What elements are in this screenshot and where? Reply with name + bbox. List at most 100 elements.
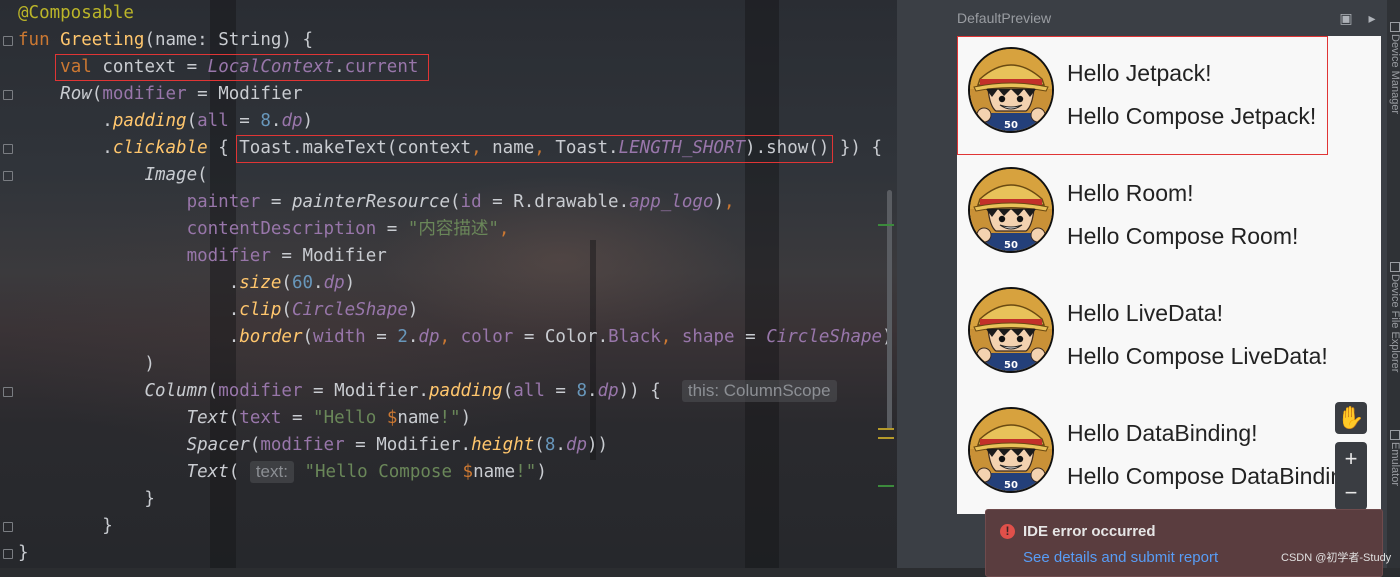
code-token: Black (608, 327, 661, 347)
code-line[interactable]: painter = painterResource(id = R.drawabl… (18, 189, 735, 216)
code-token: text (239, 408, 282, 428)
code-token: painter (186, 192, 261, 212)
code-token: modifier (218, 381, 303, 401)
code-line[interactable]: @Composable (18, 0, 134, 27)
code-token: = Modifier (186, 84, 303, 104)
fold-icon[interactable] (3, 387, 13, 397)
code-token: = (281, 408, 314, 428)
code-token: id (460, 192, 482, 212)
code-line[interactable]: .clickable { Toast.makeText(context, nam… (18, 135, 882, 162)
tab-device-manager[interactable]: Device Manager (1389, 34, 1400, 114)
code-line[interactable]: modifier = Modifier (18, 243, 387, 270)
code-token: ( (249, 435, 261, 455)
code-token: = (376, 219, 408, 239)
deploy-preview-icon[interactable]: ▸ (1364, 10, 1380, 26)
pan-hand-icon[interactable]: ✋ (1335, 402, 1367, 434)
selected-component-outline (957, 36, 1328, 155)
code-token: . (313, 273, 324, 293)
code-line[interactable]: val context = LocalContext.current (18, 54, 418, 81)
code-line[interactable]: contentDescription = "内容描述", (18, 216, 510, 243)
code-line[interactable]: } (18, 513, 113, 540)
ide-error-notification[interactable]: ! IDE error occurred See details and sub… (985, 509, 1383, 577)
code-token: , (534, 138, 545, 158)
code-token: = (734, 327, 767, 347)
code-token: } (18, 516, 113, 536)
code-token: = Color. (513, 327, 609, 347)
code-token: width (313, 327, 366, 347)
fold-icon[interactable] (3, 549, 13, 559)
code-token: ( (534, 435, 545, 455)
preview-title: DefaultPreview (957, 10, 1052, 26)
code-token: ( (197, 165, 208, 185)
code-token: Text (186, 408, 229, 428)
code-line[interactable]: .border(width = 2.dp, color = Color.Blac… (18, 324, 893, 351)
editor-scrollbar-thumb[interactable] (887, 190, 892, 430)
code-token: ).show() }) { (745, 138, 883, 158)
code-line[interactable]: .clip(CircleShape) (18, 297, 419, 324)
code-token: 60 (291, 273, 314, 293)
code-token: = (260, 192, 292, 212)
code-token: 8 (576, 381, 588, 401)
greeting-card[interactable]: 50 Hello DataBinding! Hello Compose Data… (957, 396, 1381, 514)
code-token: "Hello (313, 408, 387, 428)
inlay-hint: this: ColumnScope (681, 380, 837, 402)
fold-icon[interactable] (3, 90, 13, 100)
greeting-text: Hello LiveData! (1067, 300, 1223, 326)
code-editor[interactable]: @Composable fun Greeting(name: String) { … (0, 0, 897, 568)
zoom-out-button[interactable]: − (1335, 476, 1367, 510)
greeting-card[interactable]: 50 Hello LiveData! Hello Compose LiveDat… (957, 276, 1381, 396)
device-file-explorer-icon (1390, 262, 1400, 272)
watermark: CSDN @初学者-Study (1281, 552, 1392, 564)
code-line[interactable]: .size(60.dp) (18, 270, 356, 297)
code-token: ) (460, 408, 472, 428)
greeting-card[interactable]: 50 Hello Room! Hello Compose Room! (957, 156, 1381, 276)
zoom-in-button[interactable]: + (1335, 442, 1367, 476)
code-token: ) (536, 462, 547, 482)
code-token: , (660, 327, 672, 347)
inlay-hint: text: (249, 461, 294, 483)
code-token: height (471, 435, 535, 455)
code-token: $ (386, 408, 398, 428)
code-token: } (18, 543, 29, 563)
code-line[interactable]: Text( text: "Hello Compose $name!") (18, 459, 547, 486)
code-token: $ (462, 462, 474, 482)
code-token: , (471, 138, 482, 158)
code-line[interactable]: fun Greeting(name: String) { (18, 27, 313, 54)
code-line[interactable]: Row(modifier = Modifier (18, 81, 303, 108)
tab-device-file-explorer[interactable]: Device File Explorer (1389, 274, 1400, 372)
code-line[interactable]: .padding(all = 8.dp) (18, 108, 313, 135)
code-line[interactable]: Image( (18, 162, 208, 189)
code-token: Greeting (60, 30, 145, 50)
code-line[interactable]: } (18, 540, 29, 567)
code-token: = (228, 111, 261, 131)
code-token: 2 (397, 327, 408, 347)
code-line[interactable]: Column(modifier = Modifier.padding(all =… (18, 378, 837, 405)
code-token: ( (502, 381, 514, 401)
code-line[interactable]: } (18, 486, 155, 513)
fold-icon[interactable] (3, 36, 13, 46)
code-token: ( (302, 327, 314, 347)
code-token: app_logo (629, 192, 714, 212)
fold-icon[interactable] (3, 144, 13, 154)
code-token: dp (281, 111, 303, 131)
code-line[interactable]: Text(text = "Hello $name!") (18, 405, 472, 432)
fold-icon[interactable] (3, 171, 13, 181)
code-line[interactable]: Spacer(modifier = Modifier.height(8.dp)) (18, 432, 609, 459)
interactive-mode-icon[interactable]: ▣ (1338, 10, 1354, 26)
code-token: ( (281, 300, 292, 320)
submit-report-link[interactable]: See details and submit report (1023, 549, 1218, 566)
fold-icon[interactable] (3, 522, 13, 532)
code-token: dp (565, 435, 588, 455)
code-line[interactable]: ) (18, 351, 155, 378)
tab-emulator[interactable]: Emulator (1389, 442, 1400, 486)
greeting-text: Hello DataBinding! (1067, 420, 1258, 446)
greeting-text: Hello Room! (1067, 180, 1194, 206)
code-token: = Modifier. (344, 435, 472, 455)
code-token: ) (18, 354, 155, 374)
code-token: name (397, 408, 440, 428)
